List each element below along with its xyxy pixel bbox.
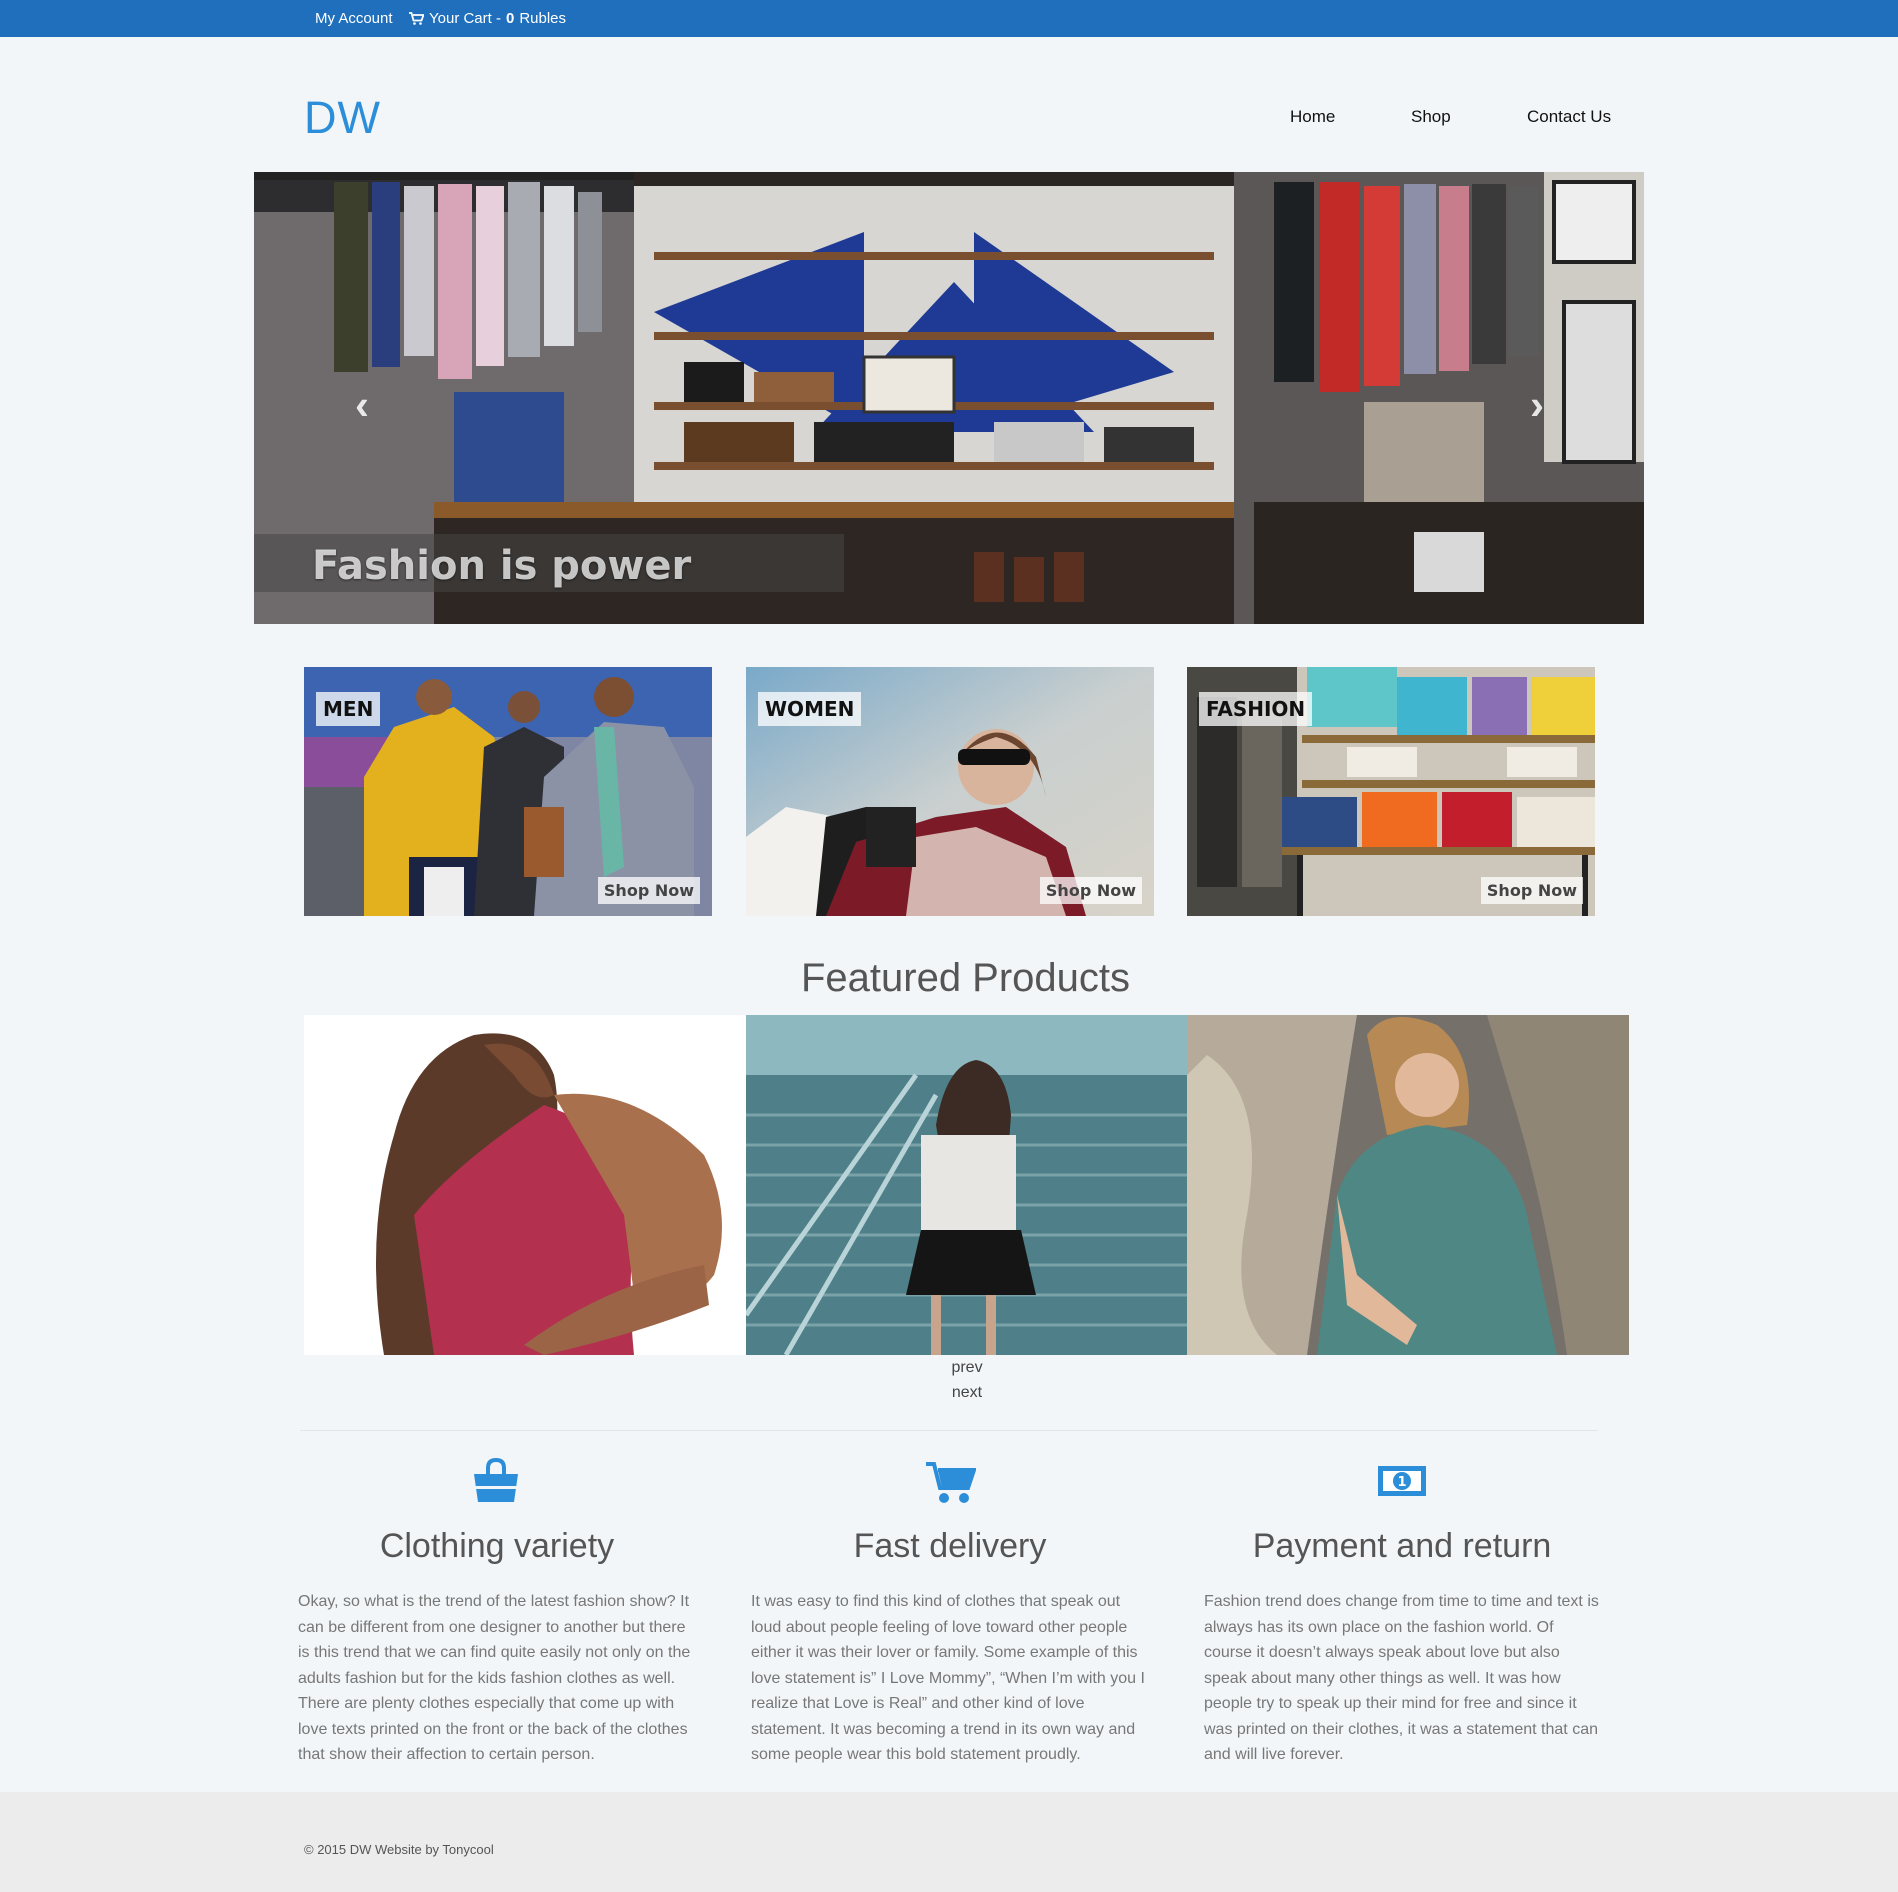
- product-photo-red-dress: [304, 1015, 746, 1355]
- category-tile-fashion[interactable]: FASHION Shop Now: [1187, 667, 1595, 916]
- footer-copyright: © 2015 DW Website by Tonycool: [304, 1842, 494, 1857]
- category-label-fashion: FASHION: [1199, 692, 1313, 726]
- hero-next-arrow[interactable]: ›: [1520, 384, 1554, 426]
- cart-count: 0: [505, 10, 515, 27]
- nav-home[interactable]: Home: [1290, 107, 1335, 127]
- nav-contact-us[interactable]: Contact Us: [1527, 107, 1611, 127]
- nav-shop[interactable]: Shop: [1411, 107, 1451, 127]
- feature-title-fast-delivery: Fast delivery: [853, 1527, 1047, 1565]
- feature-title-clothing-variety: Clothing variety: [379, 1527, 615, 1565]
- featured-prev-link[interactable]: prev: [0, 1359, 1898, 1377]
- svg-text:1: 1: [1397, 1475, 1406, 1490]
- category-tile-women[interactable]: WOMEN Shop Now: [746, 667, 1154, 916]
- feature-text-clothing-variety: Okay, so what is the trend of the latest…: [298, 1593, 691, 1763]
- shop-now-fashion-button[interactable]: Shop Now: [1480, 877, 1583, 904]
- featured-next-link[interactable]: next: [0, 1384, 1898, 1402]
- footer: [0, 1792, 1898, 1892]
- cart-prefix: Your Cart -: [429, 10, 501, 27]
- hero-prev-arrow[interactable]: ‹: [345, 384, 379, 426]
- feature-text-payment-return: Fashion trend does change from time to t…: [1204, 1593, 1599, 1763]
- product-photo-stairs: [746, 1015, 1188, 1355]
- category-label-women: WOMEN: [758, 692, 862, 726]
- feature-title-payment-return: Payment and return: [1252, 1527, 1552, 1565]
- top-bar: My Account Your Cart - 0 Rubles: [0, 0, 1898, 37]
- my-account-link[interactable]: My Account: [315, 10, 393, 27]
- shop-now-women-button[interactable]: Shop Now: [1039, 877, 1142, 904]
- shopping-cart-icon: [926, 1462, 976, 1503]
- featured-product-3[interactable]: [1187, 1015, 1629, 1355]
- shopping-bag-icon: [474, 1458, 518, 1502]
- featured-product-2[interactable]: [746, 1015, 1188, 1355]
- cart-suffix: Rubles: [519, 10, 567, 27]
- category-tile-men[interactable]: MEN Shop Now: [304, 667, 712, 916]
- featured-product-1[interactable]: [304, 1015, 746, 1355]
- shop-now-men-button[interactable]: Shop Now: [597, 877, 700, 904]
- shopping-cart-icon: [409, 12, 424, 25]
- section-divider: [300, 1430, 1598, 1431]
- site-logo[interactable]: DW: [304, 92, 381, 144]
- cart-link[interactable]: Your Cart - 0 Rubles: [409, 10, 566, 27]
- category-label-men: MEN: [316, 692, 381, 726]
- hero-caption: Fashion is power: [312, 543, 692, 589]
- product-photo-teal-top: [1187, 1015, 1629, 1355]
- money-bill-icon: 1: [1378, 1466, 1426, 1496]
- feature-text-fast-delivery: It was easy to find this kind of clothes…: [751, 1593, 1145, 1763]
- featured-products-heading: Featured Products: [800, 956, 1131, 1000]
